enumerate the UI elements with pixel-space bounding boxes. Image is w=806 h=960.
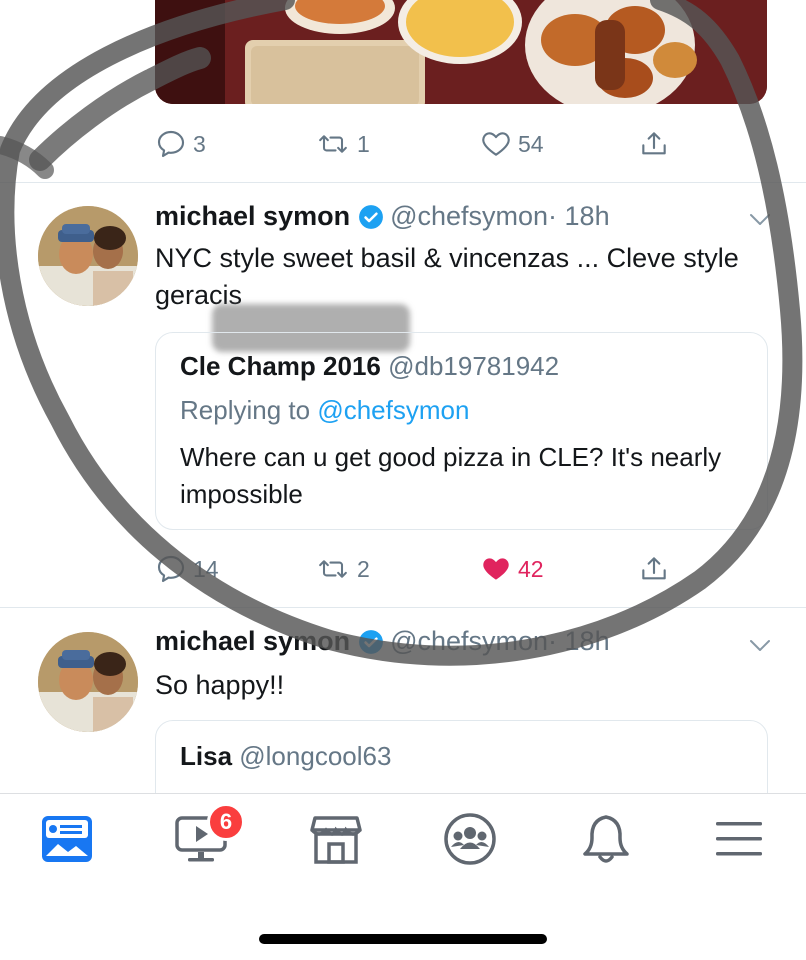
quote-author-handle: @longcool63 xyxy=(239,741,392,771)
news-feed-icon[interactable] xyxy=(40,812,94,866)
like-count: 54 xyxy=(518,130,544,157)
tweet-text: NYC style sweet basil & vincenzas ... Cl… xyxy=(155,243,739,310)
tweet-time: · 18h xyxy=(548,626,610,656)
notifications-bell-icon[interactable] xyxy=(579,812,633,866)
author-name[interactable]: michael symon xyxy=(155,626,350,657)
heart-filled-icon xyxy=(483,558,509,580)
quoted-tweet[interactable]: Cle Champ 2016 @db19781942 Replying to @… xyxy=(155,332,768,530)
retweet-count: 1 xyxy=(357,130,370,157)
tweet-media-image[interactable] xyxy=(155,0,767,104)
author-handle[interactable]: @chefsymon xyxy=(390,201,548,232)
tweet-text: So happy!! xyxy=(155,670,285,700)
avatar[interactable] xyxy=(38,206,138,306)
heart-icon xyxy=(482,132,510,156)
replying-prefix: Replying to xyxy=(180,395,311,425)
retweet-button[interactable]: 2 xyxy=(315,553,370,585)
tweet-header: michael symon @chefsymon · 18h xyxy=(155,201,610,232)
verified-icon xyxy=(359,204,383,229)
share-icon xyxy=(642,557,666,580)
quote-author-name: Lisa xyxy=(180,741,233,771)
tweet-divider xyxy=(0,182,806,183)
reply-count: 3 xyxy=(193,130,206,157)
quote-text: Where can u get good pizza in CLE? It's … xyxy=(180,442,722,509)
watch-notification-badge: 6 xyxy=(207,803,245,841)
groups-icon[interactable] xyxy=(443,812,497,866)
quote-header: Lisa @longcool63 xyxy=(180,741,391,772)
tweet-divider xyxy=(0,607,806,608)
like-count: 42 xyxy=(518,555,544,582)
quote-author-name: Cle Champ 2016 xyxy=(180,351,381,381)
reply-icon xyxy=(157,130,185,158)
reply-icon xyxy=(157,555,185,583)
tweet-time: · 18h xyxy=(548,201,610,231)
avatar[interactable] xyxy=(38,632,138,732)
menu-icon[interactable] xyxy=(712,812,766,866)
author-name[interactable]: michael symon xyxy=(155,201,350,232)
retweet-icon xyxy=(319,135,347,153)
replying-handle[interactable]: @chefsymon xyxy=(317,395,469,425)
share-icon xyxy=(642,132,666,155)
retweet-icon xyxy=(319,560,347,578)
author-handle[interactable]: @chefsymon xyxy=(390,626,548,657)
reply-button[interactable]: 3 xyxy=(155,128,206,160)
tweet1-actions: 14 2 42 xyxy=(155,553,675,593)
chevron-down-icon[interactable] xyxy=(748,636,772,654)
like-button[interactable]: 54 xyxy=(480,128,544,160)
share-button[interactable] xyxy=(638,553,670,585)
quote-header: Cle Champ 2016 @db19781942 xyxy=(180,351,559,382)
retweet-count: 2 xyxy=(357,555,370,582)
share-button[interactable] xyxy=(638,128,670,160)
reply-button[interactable]: 14 xyxy=(155,553,219,585)
like-button[interactable]: 42 xyxy=(480,553,544,585)
chevron-down-icon[interactable] xyxy=(748,210,772,228)
home-indicator[interactable] xyxy=(259,934,547,944)
verified-icon xyxy=(359,629,383,654)
quote-author-handle: @db19781942 xyxy=(388,351,560,381)
tweet-header: michael symon @chefsymon · 18h xyxy=(155,626,610,657)
tweet0-actions: 3 1 54 xyxy=(155,128,675,168)
reply-count: 14 xyxy=(193,555,219,582)
marketplace-icon[interactable] xyxy=(309,812,363,866)
replying-to: Replying to @chefsymon xyxy=(180,395,469,426)
retweet-button[interactable]: 1 xyxy=(315,128,370,160)
